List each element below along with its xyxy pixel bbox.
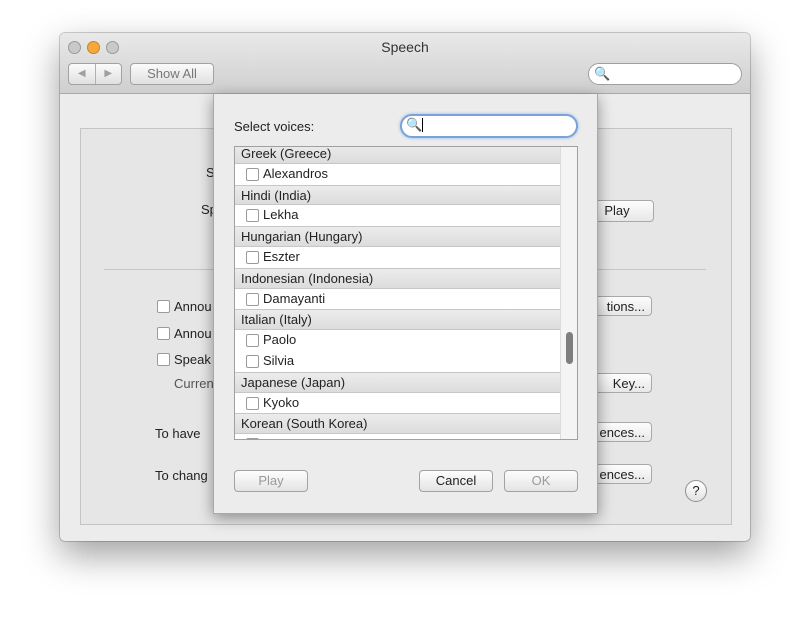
voice-checkbox[interactable] bbox=[246, 438, 259, 439]
voice-group-header: Korean (South Korea) bbox=[235, 413, 560, 435]
voice-group-header: Indonesian (Indonesia) bbox=[235, 267, 560, 289]
voice-list[interactable]: Greek (Greece) Alexandros Hindi (India) Lek… bbox=[234, 146, 578, 440]
nav-buttons: ◀ ▶ bbox=[68, 63, 122, 85]
voice-name: Paolo bbox=[263, 332, 297, 348]
voice-checkbox[interactable] bbox=[246, 354, 259, 368]
voice-group-header: Japanese (Japan) bbox=[235, 371, 560, 393]
announce-app-checkbox[interactable] bbox=[157, 327, 170, 340]
voice-group-header: Hindi (India) bbox=[235, 184, 560, 206]
select-voices-label: Select voices: bbox=[234, 119, 315, 134]
vertical-scrollbar[interactable] bbox=[560, 147, 577, 439]
voice-group-header: Italian (Italy) bbox=[235, 309, 560, 331]
voice-name: Alexandros bbox=[263, 165, 329, 181]
ok-button[interactable]: OK bbox=[504, 470, 578, 492]
voice-checkbox[interactable] bbox=[246, 334, 259, 348]
show-all-button[interactable]: Show All bbox=[130, 63, 214, 85]
voice-checkbox[interactable] bbox=[246, 396, 259, 410]
voice-group-header: Hungarian (Hungary) bbox=[235, 226, 560, 247]
voice-item[interactable]: Yuna bbox=[235, 434, 560, 439]
current-key-label: Curren bbox=[174, 376, 214, 391]
voice-rows: Greek (Greece) Alexandros Hindi (India) Lek… bbox=[235, 147, 560, 439]
speak-selected-text-label: Speak bbox=[174, 352, 211, 367]
back-icon[interactable]: ◀ bbox=[69, 64, 96, 84]
voice-name: Silvia bbox=[263, 352, 295, 368]
voice-name: Kyoko bbox=[263, 394, 300, 410]
voice-item[interactable]: Silvia bbox=[235, 350, 560, 372]
voice-checkbox[interactable] bbox=[246, 292, 259, 306]
voice-item[interactable]: Lekha bbox=[235, 205, 560, 227]
voice-name: Eszter bbox=[263, 248, 300, 264]
voice-name: Damayanti bbox=[263, 290, 326, 306]
cancel-button[interactable]: Cancel bbox=[419, 470, 493, 492]
voice-item[interactable]: Kyoko bbox=[235, 392, 560, 414]
announce-app-label: Annou bbox=[174, 326, 212, 341]
voice-name: Lekha bbox=[263, 207, 299, 223]
voice-name: Yuna bbox=[263, 436, 293, 439]
help-button[interactable]: ? bbox=[685, 480, 707, 502]
voice-checkbox[interactable] bbox=[246, 250, 259, 264]
voice-item[interactable]: Damayanti bbox=[235, 288, 560, 310]
announce-alerts-checkbox[interactable] bbox=[157, 300, 170, 313]
voice-item[interactable]: Eszter bbox=[235, 246, 560, 268]
window-search-field[interactable]: 🔍 bbox=[588, 63, 742, 85]
announce-alerts-label: Annou bbox=[174, 299, 212, 314]
search-icon: 🔍 bbox=[406, 117, 423, 132]
window-title: Speech bbox=[381, 39, 429, 55]
play-button[interactable]: Play bbox=[234, 470, 308, 492]
text-cursor bbox=[422, 118, 423, 132]
scrollbar-thumb[interactable] bbox=[566, 332, 573, 364]
toolbar: Speech ◀ ▶ Show All 🔍 bbox=[60, 33, 750, 94]
voice-item[interactable]: Alexandros bbox=[235, 163, 560, 185]
search-icon: 🔍 bbox=[594, 66, 611, 81]
voice-search-input[interactable]: 🔍 bbox=[400, 114, 578, 138]
voice-item[interactable]: Paolo bbox=[235, 330, 560, 351]
voice-checkbox[interactable] bbox=[246, 209, 259, 223]
forward-icon[interactable]: ▶ bbox=[96, 64, 122, 84]
speak-selected-text-checkbox[interactable] bbox=[157, 353, 170, 366]
select-voices-sheet: Select voices: 🔍 Greek (Greece) Alexandro… bbox=[213, 94, 598, 514]
voice-checkbox[interactable] bbox=[246, 167, 259, 181]
voice-group-header: Greek (Greece) bbox=[235, 147, 560, 164]
to-change-label: To chang bbox=[155, 468, 208, 483]
to-have-label: To have bbox=[155, 426, 201, 441]
